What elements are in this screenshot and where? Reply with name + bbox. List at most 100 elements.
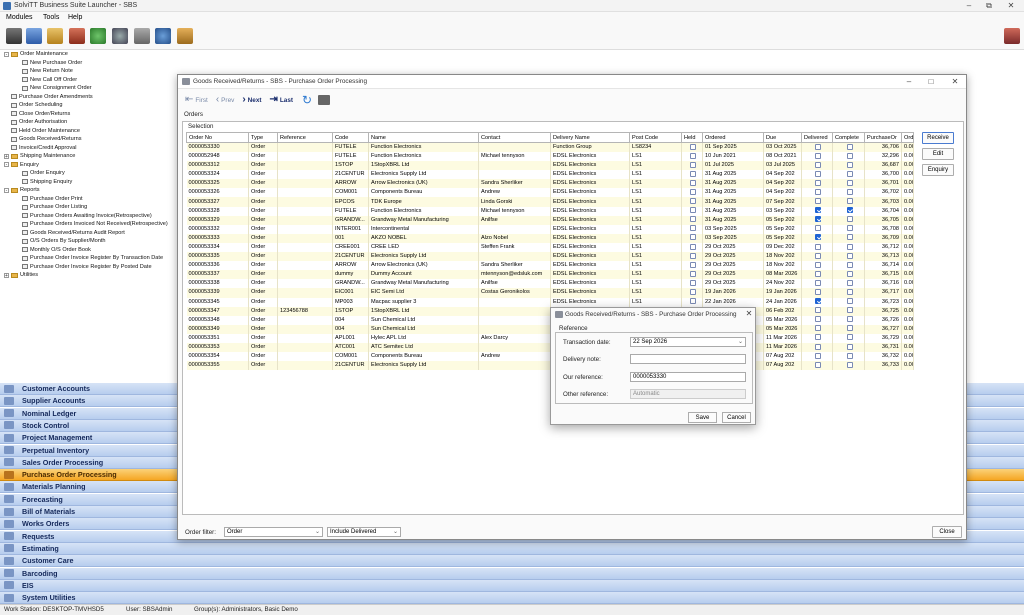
- checkbox[interactable]: [815, 161, 821, 168]
- checkbox[interactable]: [815, 288, 821, 295]
- prev-button[interactable]: ‹ Prev: [213, 95, 237, 105]
- checkbox[interactable]: [846, 270, 853, 277]
- column-header[interactable]: Delivery Name: [550, 132, 630, 143]
- checkbox[interactable]: [846, 198, 853, 205]
- checkbox[interactable]: [815, 225, 821, 232]
- checkbox[interactable]: [690, 225, 696, 232]
- account-icon[interactable]: [1004, 28, 1020, 44]
- column-header[interactable]: Order No: [186, 132, 249, 143]
- tree-item[interactable]: Purchase Order Print: [22, 196, 83, 202]
- tree-item[interactable]: Goods Received/Returns Audit Report: [22, 230, 125, 236]
- our-reference-field[interactable]: 0000053330: [630, 372, 746, 382]
- list-icon[interactable]: [26, 28, 42, 44]
- column-header[interactable]: Order: [901, 132, 914, 143]
- checkbox[interactable]: [815, 207, 821, 214]
- expand-icon[interactable]: +: [4, 153, 9, 159]
- save-button[interactable]: Save: [688, 412, 717, 423]
- checkbox[interactable]: [846, 143, 853, 150]
- tree-item[interactable]: New Call Off Order: [22, 77, 77, 83]
- column-header[interactable]: PurchaseOr: [864, 132, 902, 143]
- checkbox[interactable]: [846, 298, 853, 305]
- tree-item[interactable]: New Return Note: [22, 68, 73, 74]
- checkbox[interactable]: [846, 207, 853, 214]
- cancel-button[interactable]: Cancel: [722, 412, 751, 423]
- module-bar-system-utilities[interactable]: System Utilities: [0, 592, 1024, 605]
- checkbox[interactable]: [815, 316, 821, 323]
- collapse-icon[interactable]: -: [4, 187, 9, 193]
- tree-item[interactable]: - Order Maintenance: [4, 51, 68, 57]
- restore-icon[interactable]: ⧉: [982, 1, 996, 11]
- module-bar-estimating[interactable]: Estimating: [0, 542, 1024, 555]
- minimize-icon[interactable]: –: [962, 1, 976, 10]
- tree-item[interactable]: Monthly O/S Order Book: [22, 247, 91, 253]
- checkbox[interactable]: [815, 216, 821, 223]
- checkbox[interactable]: [815, 298, 821, 305]
- tree-item[interactable]: Purchase Order Listing: [22, 204, 87, 210]
- close-icon[interactable]: ✕: [1004, 1, 1018, 10]
- checkbox[interactable]: [846, 243, 853, 250]
- table-row[interactable]: 0000053334 Order CREE001 CREE LED Steffen Fr…: [186, 242, 914, 253]
- table-row[interactable]: 0000053339 Order EIC001 EIC Semi Ltd Costas …: [186, 288, 914, 298]
- column-header[interactable]: Contact: [478, 132, 551, 143]
- table-row[interactable]: 0000053325 Order ARROW Arrow Electronics (U…: [186, 179, 914, 189]
- window-minimize-icon[interactable]: –: [902, 77, 916, 86]
- menu-modules[interactable]: Modules: [6, 14, 32, 21]
- checkbox[interactable]: [690, 179, 696, 186]
- checkbox[interactable]: [815, 234, 821, 241]
- table-row[interactable]: 0000053338 Order GRANDW... Grandway Metal M…: [186, 279, 914, 289]
- module-bar-customer-care[interactable]: Customer Care: [0, 555, 1024, 568]
- tree-item[interactable]: Order Authorisation: [4, 119, 67, 125]
- checkbox[interactable]: [846, 234, 853, 241]
- tree-item[interactable]: New Consignment Order: [22, 85, 92, 91]
- table-row[interactable]: 0000053345 Order MP003 Macpac supplier 3 EDS…: [186, 297, 914, 307]
- column-header[interactable]: Reference: [277, 132, 333, 143]
- menu-help[interactable]: Help: [68, 14, 82, 21]
- edit-button[interactable]: Edit: [922, 148, 954, 160]
- checkbox[interactable]: [815, 179, 821, 186]
- column-header[interactable]: Complete: [832, 132, 865, 143]
- order-filter-select[interactable]: Order ⌄: [224, 527, 323, 537]
- checkbox[interactable]: [815, 279, 821, 286]
- checkbox[interactable]: [815, 170, 821, 177]
- checkbox[interactable]: [690, 207, 696, 214]
- checkbox[interactable]: [690, 170, 696, 177]
- clipboard-icon[interactable]: [134, 28, 150, 44]
- documents-icon[interactable]: [177, 28, 193, 44]
- table-row[interactable]: 0000053327 Order EPCOS TDK Europe Linda Gors…: [186, 197, 914, 207]
- checkbox[interactable]: [690, 161, 696, 168]
- report-icon[interactable]: [69, 28, 85, 44]
- column-header[interactable]: Due: [763, 132, 802, 143]
- delivery-note-field[interactable]: [630, 354, 746, 364]
- table-row[interactable]: 0000053333 Order 001 AKZO NOBEL Alzo Nobel ED…: [186, 233, 914, 243]
- tree-item[interactable]: + Utilities: [4, 272, 38, 278]
- column-header[interactable]: Post Code: [629, 132, 682, 143]
- column-header[interactable]: Delivered: [801, 132, 833, 143]
- column-header[interactable]: Type: [248, 132, 278, 143]
- checkbox[interactable]: [846, 225, 853, 232]
- book-icon[interactable]: [47, 28, 63, 44]
- checkbox[interactable]: [690, 243, 696, 250]
- checkbox[interactable]: [815, 261, 821, 268]
- checkbox[interactable]: [690, 234, 696, 241]
- column-header[interactable]: Code: [332, 132, 369, 143]
- module-bar-eis[interactable]: EIS: [0, 579, 1024, 592]
- checkbox[interactable]: [846, 152, 853, 159]
- menu-tools[interactable]: Tools: [43, 14, 59, 21]
- column-header[interactable]: Ordered: [702, 132, 764, 143]
- refresh-icon[interactable]: ↻: [302, 94, 312, 106]
- window-maximize-icon[interactable]: □: [924, 77, 938, 86]
- tab-orders[interactable]: Orders: [184, 111, 203, 118]
- tree-item[interactable]: Shipping Enquiry: [22, 179, 72, 185]
- checkbox[interactable]: [846, 170, 853, 177]
- column-header[interactable]: Held: [681, 132, 703, 143]
- checkbox[interactable]: [846, 361, 853, 368]
- checkbox[interactable]: [815, 152, 821, 159]
- last-button[interactable]: ⇥ Last: [267, 95, 297, 105]
- checkbox[interactable]: [690, 198, 696, 205]
- checkbox[interactable]: [690, 279, 696, 286]
- table-row[interactable]: 0000053328 Order FUTELE Function Electronic…: [186, 206, 914, 216]
- checkbox[interactable]: [846, 279, 853, 286]
- tree-item[interactable]: New Purchase Order: [22, 60, 82, 66]
- collapse-icon[interactable]: -: [4, 51, 9, 57]
- collapse-icon[interactable]: -: [4, 162, 9, 168]
